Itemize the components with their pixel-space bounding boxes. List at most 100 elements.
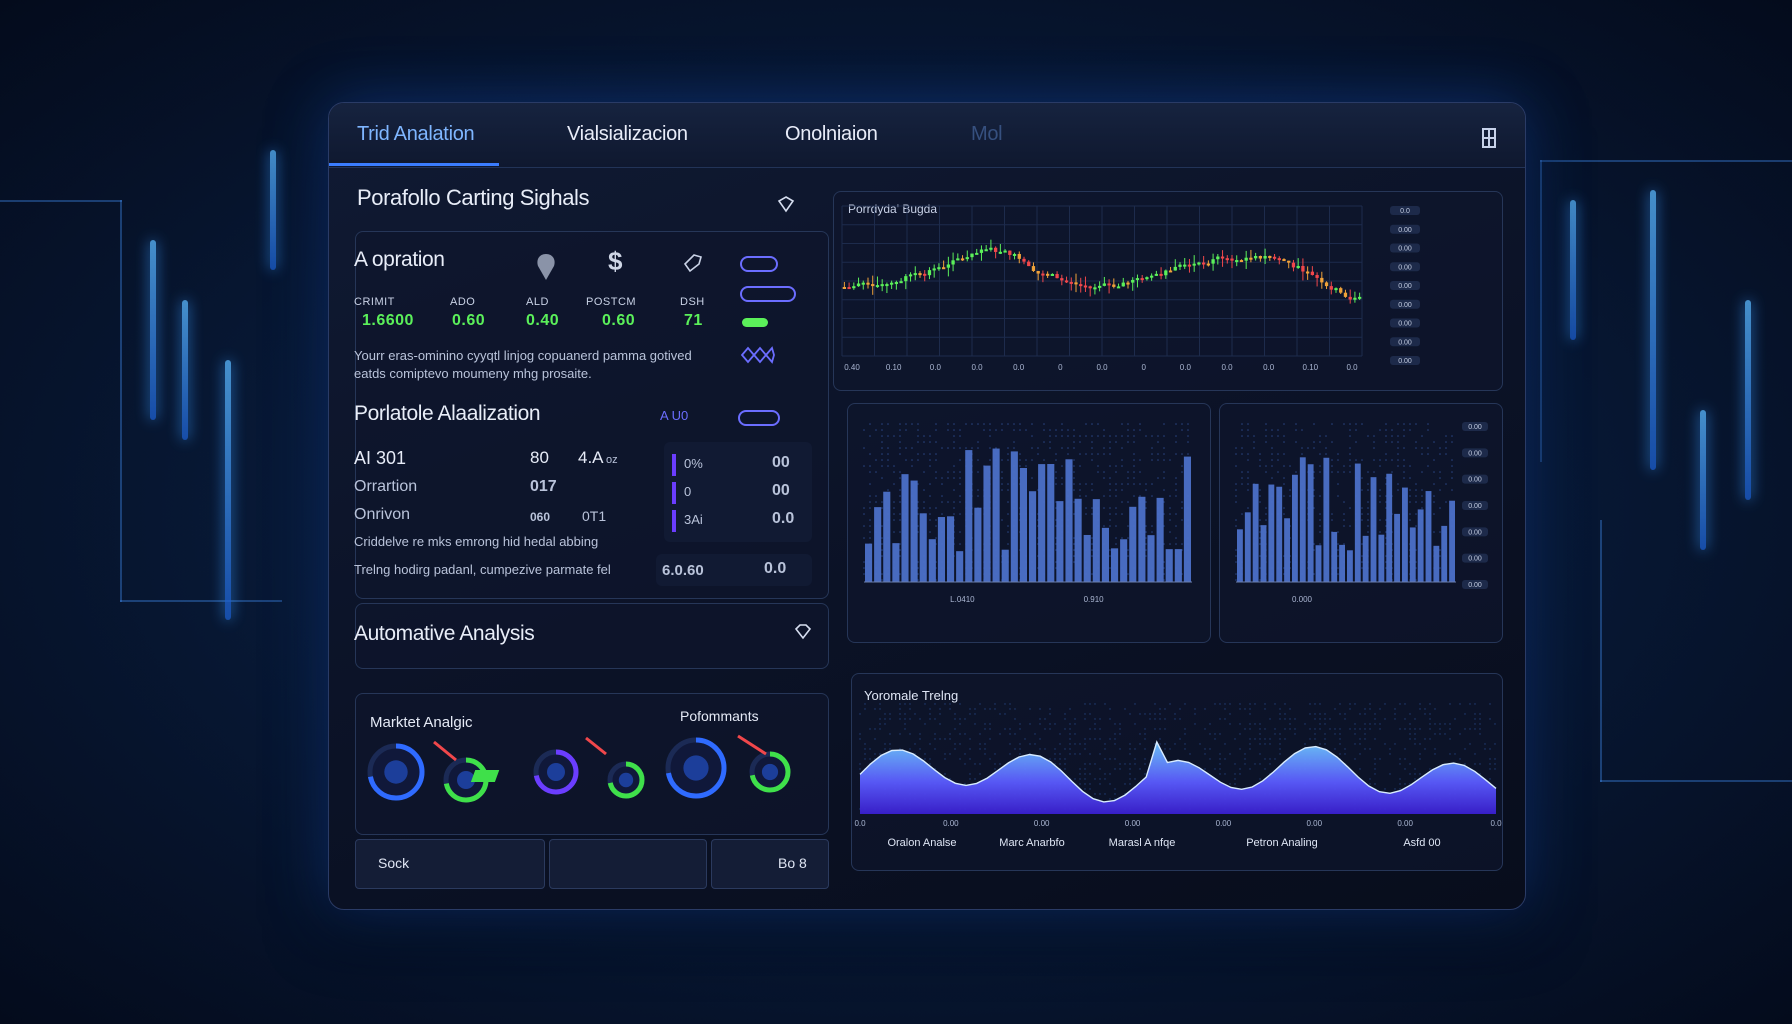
grid-dot: [1384, 788, 1386, 790]
grid-dot: [1154, 713, 1156, 715]
grid-dot: [1259, 567, 1261, 569]
grid-dot: [1115, 471, 1117, 473]
grid-dot: [1069, 733, 1071, 735]
grid-dot: [1239, 768, 1241, 770]
grid-dot: [1159, 743, 1161, 745]
automative-title: Automative Analysis: [354, 622, 535, 645]
analysis-title: Porlatole Alaalization: [354, 402, 541, 425]
tab-model[interactable]: Mol: [971, 123, 1003, 146]
grid-dot: [1331, 465, 1333, 467]
grid-dot: [1304, 723, 1306, 725]
chevrons-icon[interactable]: [740, 346, 776, 369]
gem-icon[interactable]: [794, 624, 812, 645]
grid-dot: [1114, 723, 1116, 725]
grid-dot: [1349, 423, 1351, 425]
candlestick: [1083, 285, 1088, 288]
bar: [1047, 464, 1055, 582]
grid-dot: [1241, 429, 1243, 431]
grid-dot: [1034, 743, 1036, 745]
candlestick: [1187, 264, 1192, 267]
bar: [1433, 545, 1440, 582]
footer-value-box: 6.0.60 0.0: [656, 554, 812, 586]
y-tick-label: 0.0: [1400, 208, 1410, 215]
grid-dot: [923, 435, 925, 437]
grid-dot: [1399, 758, 1401, 760]
grid-dot: [881, 459, 883, 461]
tab-optimization[interactable]: Onolniaion: [785, 123, 878, 146]
grid-dot: [935, 423, 937, 425]
grid-dot: [1337, 495, 1339, 497]
grid-dot: [1187, 441, 1189, 443]
grid-dot: [1091, 483, 1093, 485]
grid-dot: [1067, 429, 1069, 431]
y-tick-label: 0.00: [1468, 556, 1482, 563]
bo-button[interactable]: Bo 8: [711, 839, 829, 889]
grid-dot: [1169, 531, 1171, 533]
bar: [1038, 464, 1046, 582]
grid-dot: [1013, 447, 1015, 449]
grid-dot: [1244, 763, 1246, 765]
building-icon[interactable]: [1481, 127, 1497, 155]
grid-dot: [874, 728, 876, 730]
grid-dot: [1445, 453, 1447, 455]
grid-dot: [911, 459, 913, 461]
candlestick: [1064, 280, 1069, 283]
grid-dot: [1054, 753, 1056, 755]
grid-dot: [1324, 723, 1326, 725]
grid-dot: [1379, 489, 1381, 491]
bar: [1156, 497, 1164, 582]
bar: [883, 491, 891, 582]
grid-dot: [1133, 435, 1135, 437]
grid-dot: [1284, 713, 1286, 715]
grid-dot: [1235, 483, 1237, 485]
grid-dot: [1374, 773, 1376, 775]
shield-icon[interactable]: [777, 195, 795, 218]
grid-dot: [1115, 525, 1117, 527]
grid-dot: [1121, 423, 1123, 425]
grid-dot: [1449, 723, 1451, 725]
grid-dot: [1169, 703, 1171, 705]
grid-dot: [1419, 753, 1421, 755]
toggle-pill-icon[interactable]: [738, 410, 780, 426]
grid-dot: [929, 519, 931, 521]
sock-button[interactable]: Sock: [355, 839, 545, 889]
grid-dot: [1184, 733, 1186, 735]
grid-dot: [974, 708, 976, 710]
grid-dot: [919, 718, 921, 720]
grid-dot: [859, 763, 861, 765]
grid-dot: [1439, 567, 1441, 569]
grid-dot: [1079, 483, 1081, 485]
grid-dot: [1464, 728, 1466, 730]
grid-dot: [917, 435, 919, 437]
toggle-pill-icon[interactable]: [740, 286, 796, 302]
grid-dot: [953, 489, 955, 491]
grid-dot: [1067, 453, 1069, 455]
grid-dot: [1433, 495, 1435, 497]
grid-dot: [1091, 573, 1093, 575]
candlestick: [1121, 282, 1125, 287]
grid-dot: [1403, 435, 1405, 437]
toggle-pill-icon[interactable]: [740, 256, 778, 272]
grid-dot: [1379, 495, 1381, 497]
tab-trend-analysis[interactable]: Trid Analation: [357, 123, 475, 146]
grid-dot: [1157, 435, 1159, 437]
grid-dot: [1054, 748, 1056, 750]
grid-dot: [887, 459, 889, 461]
candlestick: [1235, 260, 1239, 263]
grid-dot: [929, 763, 931, 765]
grid-dot: [899, 435, 901, 437]
middle-button[interactable]: [549, 839, 707, 889]
tab-visualization[interactable]: Vialsializacion: [567, 123, 688, 146]
grid-dot: [994, 763, 996, 765]
grid-dot: [1439, 507, 1441, 509]
grid-dot: [1415, 483, 1417, 485]
grid-dot: [1214, 703, 1216, 705]
grid-dot: [1289, 495, 1291, 497]
grid-dot: [944, 758, 946, 760]
grid-dot: [863, 513, 865, 515]
status-tag: [470, 770, 500, 782]
grid-dot: [953, 513, 955, 515]
candlestick: [951, 260, 955, 265]
grid-dot: [1235, 453, 1237, 455]
grid-dot: [1079, 489, 1081, 491]
